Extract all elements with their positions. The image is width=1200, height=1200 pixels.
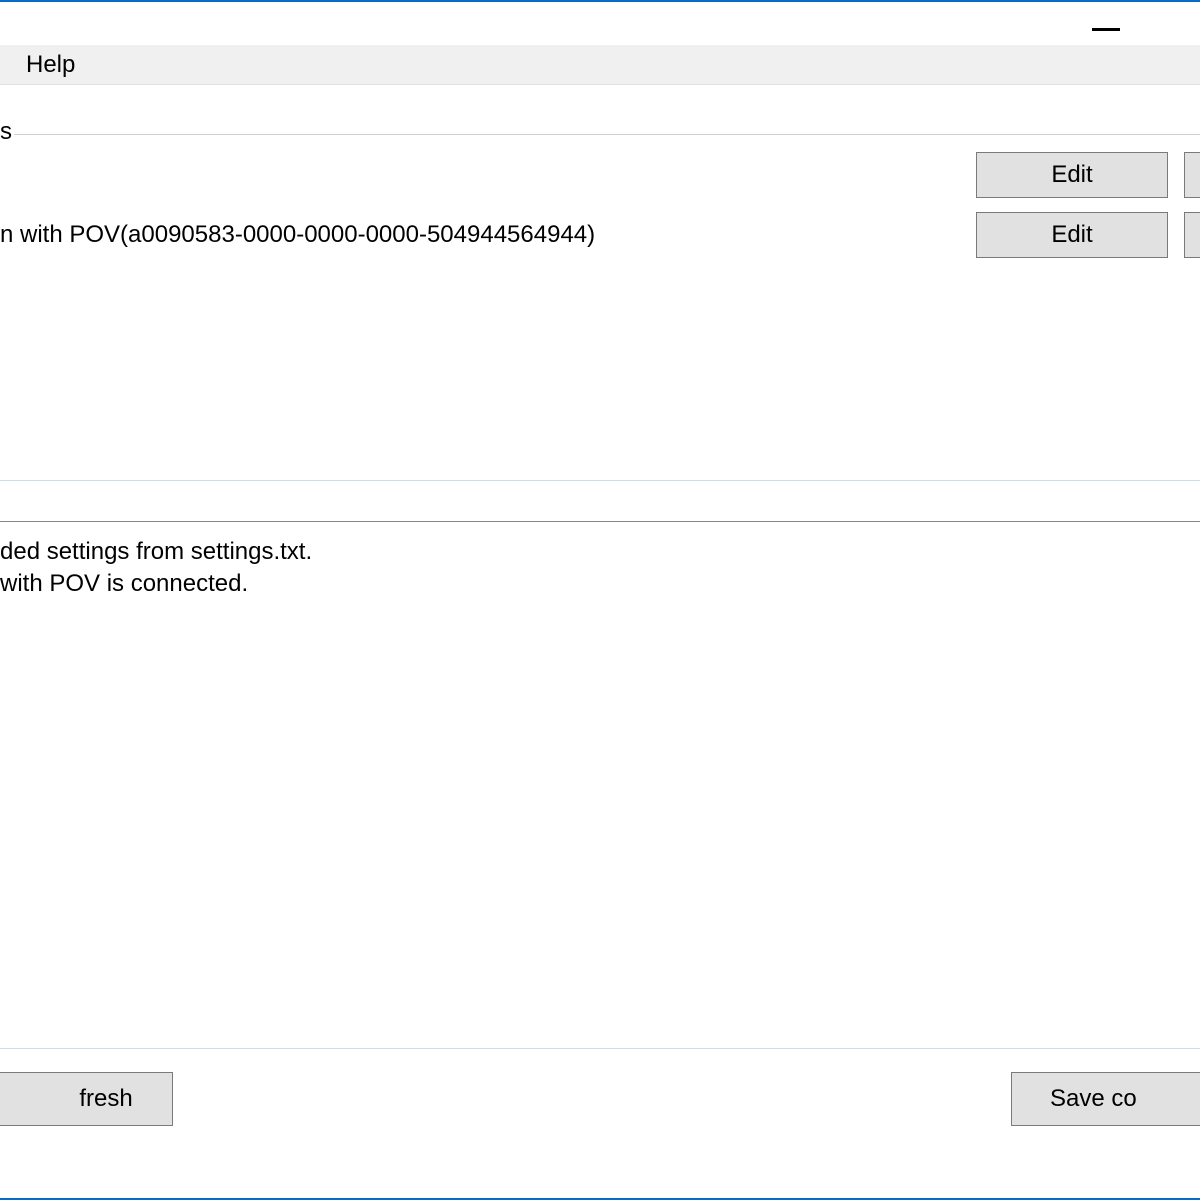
edit-button[interactable]: Edit <box>976 212 1168 258</box>
titlebar <box>0 0 1200 45</box>
divider <box>14 134 1200 135</box>
device-label: n with POV(a0090583-0000-0000-0000-50494… <box>0 221 595 249</box>
minimize-button[interactable] <box>1092 28 1120 31</box>
log-area: ded settings from settings.txt. with POV… <box>0 530 1200 607</box>
section-label: s <box>0 118 12 146</box>
menubar: Help <box>0 45 1200 85</box>
menu-help[interactable]: Help <box>18 47 83 83</box>
device-row: n with POV(a0090583-0000-0000-0000-50494… <box>0 205 1200 265</box>
device-list: Edit n with POV(a0090583-0000-0000-0000-… <box>0 145 1200 265</box>
save-button[interactable]: Save co <box>1011 1072 1200 1126</box>
edit-button[interactable]: Edit <box>976 152 1168 198</box>
log-line: ded settings from settings.txt. <box>0 536 1200 568</box>
button-partial[interactable] <box>1184 152 1200 198</box>
divider <box>0 521 1200 522</box>
divider <box>0 480 1200 481</box>
log-line: with POV is connected. <box>0 568 1200 600</box>
button-partial[interactable] <box>1184 212 1200 258</box>
divider <box>0 1048 1200 1049</box>
device-row: Edit <box>0 145 1200 205</box>
refresh-button[interactable]: fresh <box>0 1072 173 1126</box>
footer: fresh Save co <box>0 1072 1200 1126</box>
